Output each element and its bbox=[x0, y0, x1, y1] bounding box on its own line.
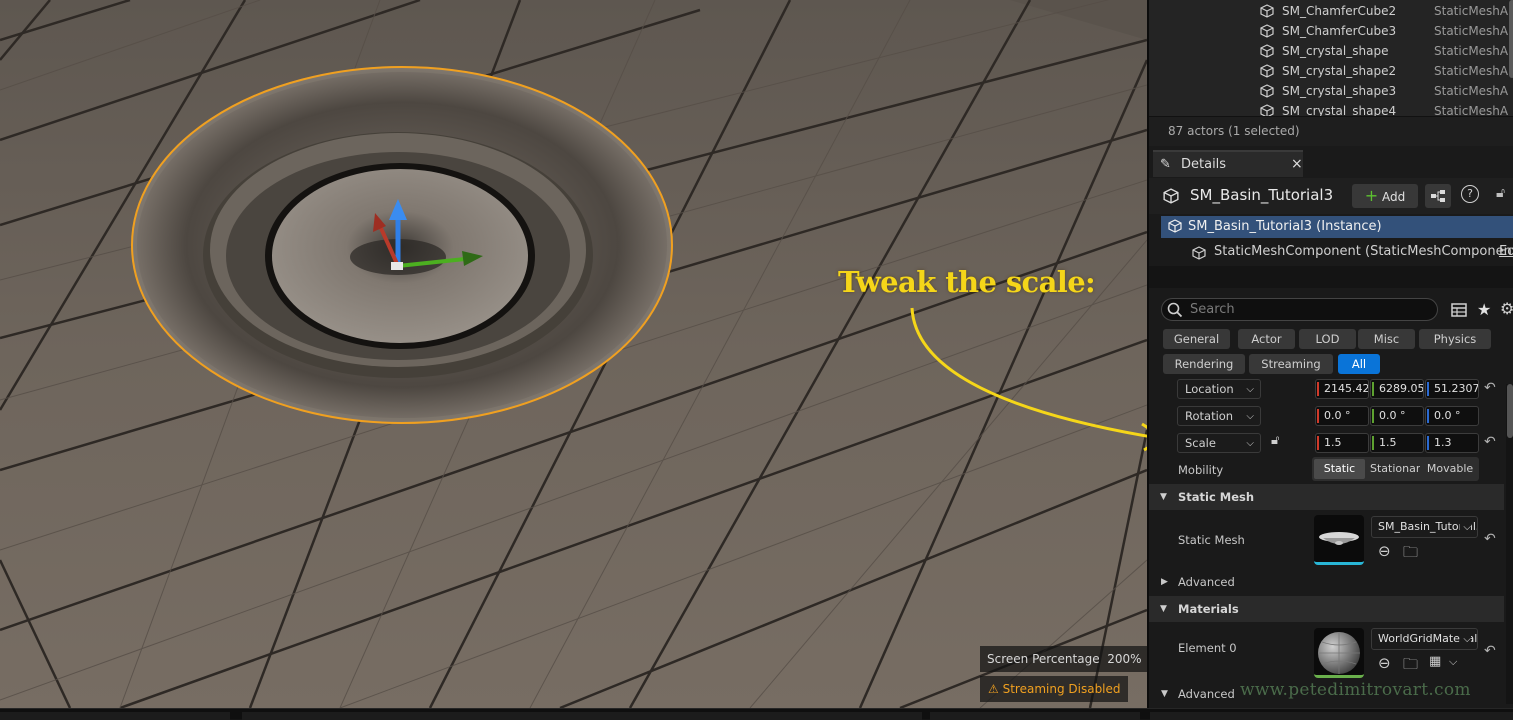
scale-dropdown[interactable]: Scale ⌵ bbox=[1177, 433, 1261, 453]
collapse-triangle-icon: ▼ bbox=[1160, 604, 1167, 614]
actor-count: 87 actors (1 selected) bbox=[1149, 116, 1513, 146]
rotation-y-field[interactable]: 0.0 ° bbox=[1370, 406, 1424, 426]
screen-percentage-badge: Screen Percentage 200% bbox=[980, 646, 1147, 672]
component-tree-static-mesh-component[interactable]: StaticMeshComponent (StaticMeshComponent… bbox=[1149, 240, 1513, 264]
chevron-down-icon: ⌵ bbox=[1246, 411, 1254, 422]
lock-icon[interactable]: 🔓︎ bbox=[1496, 185, 1505, 201]
outliner-row[interactable]: SM_ChamferCube3 StaticMeshA bbox=[1149, 21, 1509, 41]
rotation-x-field[interactable]: 0.0 ° bbox=[1315, 406, 1369, 426]
section-materials[interactable]: ▼ Materials bbox=[1149, 596, 1504, 622]
filter-lod[interactable]: LOD bbox=[1299, 329, 1356, 349]
chevron-down-icon[interactable]: ⌵ bbox=[1449, 655, 1457, 669]
mobility-movable[interactable]: Movable bbox=[1425, 459, 1475, 479]
rotation-z-field[interactable]: 0.0 ° bbox=[1425, 406, 1479, 426]
static-mesh-icon bbox=[1168, 219, 1182, 241]
scale-x-field[interactable]: 1.5 bbox=[1315, 433, 1369, 453]
reset-arrow-icon[interactable]: ↶ bbox=[1484, 531, 1496, 547]
filter-all[interactable]: All bbox=[1338, 354, 1380, 374]
reset-arrow-icon[interactable]: ↶ bbox=[1484, 380, 1496, 396]
actor-name: SM_Basin_Tutorial3 bbox=[1190, 186, 1334, 204]
rotation-row: Rotation ⌵ 0.0 ° 0.0 ° 0.0 ° bbox=[1149, 404, 1513, 430]
expand-triangle-icon: ▶ bbox=[1161, 577, 1168, 587]
rotation-dropdown[interactable]: Rotation ⌵ bbox=[1177, 406, 1261, 426]
annotation-arrow bbox=[910, 307, 1147, 452]
outliner-row[interactable]: SM_crystal_shape2 StaticMeshA bbox=[1149, 61, 1509, 81]
streaming-disabled-warning: ⚠ Streaming Disabled bbox=[980, 676, 1128, 702]
static-mesh-icon bbox=[1163, 188, 1179, 207]
tab-details[interactable]: ✎ Details × bbox=[1153, 150, 1303, 177]
browse-folder-icon[interactable]: 🗀︎ bbox=[1403, 542, 1418, 567]
outliner-scrollbar[interactable] bbox=[1509, 0, 1513, 78]
tutorial-annotation: Tweak the scale: bbox=[838, 265, 1096, 299]
filter-physics[interactable]: Physics bbox=[1419, 329, 1491, 349]
warning-icon: ⚠ bbox=[988, 682, 999, 696]
location-x-field[interactable]: 2145.42 bbox=[1315, 379, 1369, 399]
table-view-icon[interactable] bbox=[1451, 303, 1467, 317]
chevron-down-icon: ⌵ bbox=[1246, 384, 1254, 395]
close-icon[interactable]: × bbox=[1291, 152, 1303, 177]
location-row: Location ⌵ 2145.42 6289.05 51.2307 ↶ bbox=[1149, 377, 1513, 403]
static-mesh-icon bbox=[1260, 104, 1274, 116]
location-dropdown[interactable]: Location ⌵ bbox=[1177, 379, 1261, 399]
outliner-row[interactable]: SM_crystal_shape4 StaticMeshA bbox=[1149, 101, 1509, 116]
gear-icon[interactable]: ⚙ bbox=[1500, 299, 1513, 318]
chevron-down-icon: ⌵ bbox=[1460, 630, 1471, 649]
collapse-triangle-icon: ▼ bbox=[1161, 689, 1168, 699]
outliner-row[interactable]: SM_crystal_shape3 StaticMeshA bbox=[1149, 81, 1509, 101]
unlock-icon[interactable]: 🔓︎ bbox=[1271, 433, 1279, 448]
reset-arrow-icon[interactable]: ↶ bbox=[1484, 643, 1496, 659]
chevron-down-icon: ⌵ bbox=[1246, 438, 1254, 449]
plus-icon: + bbox=[1364, 186, 1379, 205]
material-asset-picker[interactable]: WorldGridMaterial ⌵ bbox=[1371, 628, 1478, 650]
chevron-down-icon: ⌵ bbox=[1460, 518, 1471, 537]
static-mesh-thumbnail[interactable] bbox=[1314, 515, 1364, 565]
details-header: SM_Basin_Tutorial3 + Add ? 🔓︎ bbox=[1149, 178, 1513, 214]
right-panel: SM_ChamferCube2 StaticMeshA SM_ChamferCu… bbox=[1147, 0, 1513, 708]
blueprint-button[interactable] bbox=[1425, 184, 1451, 208]
scale-z-field[interactable]: 1.3 bbox=[1425, 433, 1479, 453]
watermark: www.petedimitrovart.com bbox=[1240, 680, 1471, 700]
filter-streaming[interactable]: Streaming bbox=[1249, 354, 1333, 374]
static-mesh-advanced[interactable]: ▶ Advanced bbox=[1149, 571, 1504, 593]
filter-actor[interactable]: Actor bbox=[1238, 329, 1295, 349]
filter-rendering[interactable]: Rendering bbox=[1163, 354, 1245, 374]
material-thumbnail[interactable] bbox=[1314, 628, 1364, 678]
scale-y-field[interactable]: 1.5 bbox=[1370, 433, 1424, 453]
mobility-selector[interactable]: Static Stationary Movable bbox=[1312, 457, 1479, 481]
mobility-static[interactable]: Static bbox=[1314, 459, 1365, 479]
outliner-row[interactable]: SM_ChamferCube2 StaticMeshA bbox=[1149, 1, 1509, 21]
use-selected-icon[interactable]: ⊖ bbox=[1378, 542, 1391, 560]
star-icon[interactable]: ★ bbox=[1477, 300, 1491, 319]
static-mesh-asset-picker[interactable]: SM_Basin_Tutorial3 ⌵ bbox=[1371, 516, 1478, 538]
reset-arrow-icon[interactable]: ↶ bbox=[1484, 434, 1496, 450]
component-tree-instance[interactable]: SM_Basin_Tutorial3 (Instance) bbox=[1161, 216, 1513, 238]
basin-mesh[interactable] bbox=[131, 66, 673, 424]
add-component-button[interactable]: + Add bbox=[1352, 184, 1418, 208]
details-scrollbar[interactable] bbox=[1506, 384, 1513, 704]
search-icon bbox=[1167, 302, 1183, 318]
outliner-row[interactable]: SM_crystal_shape StaticMeshA bbox=[1149, 41, 1509, 61]
location-y-field[interactable]: 6289.05 bbox=[1370, 379, 1424, 399]
scale-row: Scale ⌵ 🔓︎ 1.5 1.5 1.3 ↶ bbox=[1149, 431, 1513, 457]
filter-misc[interactable]: Misc bbox=[1358, 329, 1415, 349]
world-outliner[interactable]: SM_ChamferCube2 StaticMeshA SM_ChamferCu… bbox=[1149, 0, 1513, 116]
use-selected-icon[interactable]: ⊖ bbox=[1378, 654, 1391, 672]
level-viewport[interactable]: Tweak the scale: Screen Percentage 200% … bbox=[0, 0, 1147, 708]
help-icon[interactable]: ? bbox=[1461, 185, 1479, 203]
status-bar bbox=[0, 708, 1513, 720]
section-static-mesh[interactable]: ▼ Static Mesh bbox=[1149, 484, 1504, 510]
details-search-input[interactable]: Search bbox=[1161, 298, 1438, 321]
collapse-triangle-icon: ▼ bbox=[1160, 492, 1167, 502]
browse-folder-icon[interactable]: 🗀︎ bbox=[1403, 654, 1418, 679]
mobility-label: Mobility bbox=[1178, 463, 1224, 477]
pencil-icon: ✎ bbox=[1160, 157, 1171, 172]
edit-link[interactable]: Ed bbox=[1499, 240, 1513, 264]
hierarchy-icon bbox=[1431, 190, 1445, 202]
checker-material-icon[interactable]: ▦ bbox=[1429, 654, 1441, 669]
filter-general[interactable]: General bbox=[1163, 329, 1230, 349]
mobility-stationary[interactable]: Stationary bbox=[1370, 459, 1420, 479]
location-z-field[interactable]: 51.2307 bbox=[1425, 379, 1479, 399]
static-mesh-label: Static Mesh bbox=[1178, 533, 1245, 547]
element-0-label: Element 0 bbox=[1178, 641, 1237, 655]
